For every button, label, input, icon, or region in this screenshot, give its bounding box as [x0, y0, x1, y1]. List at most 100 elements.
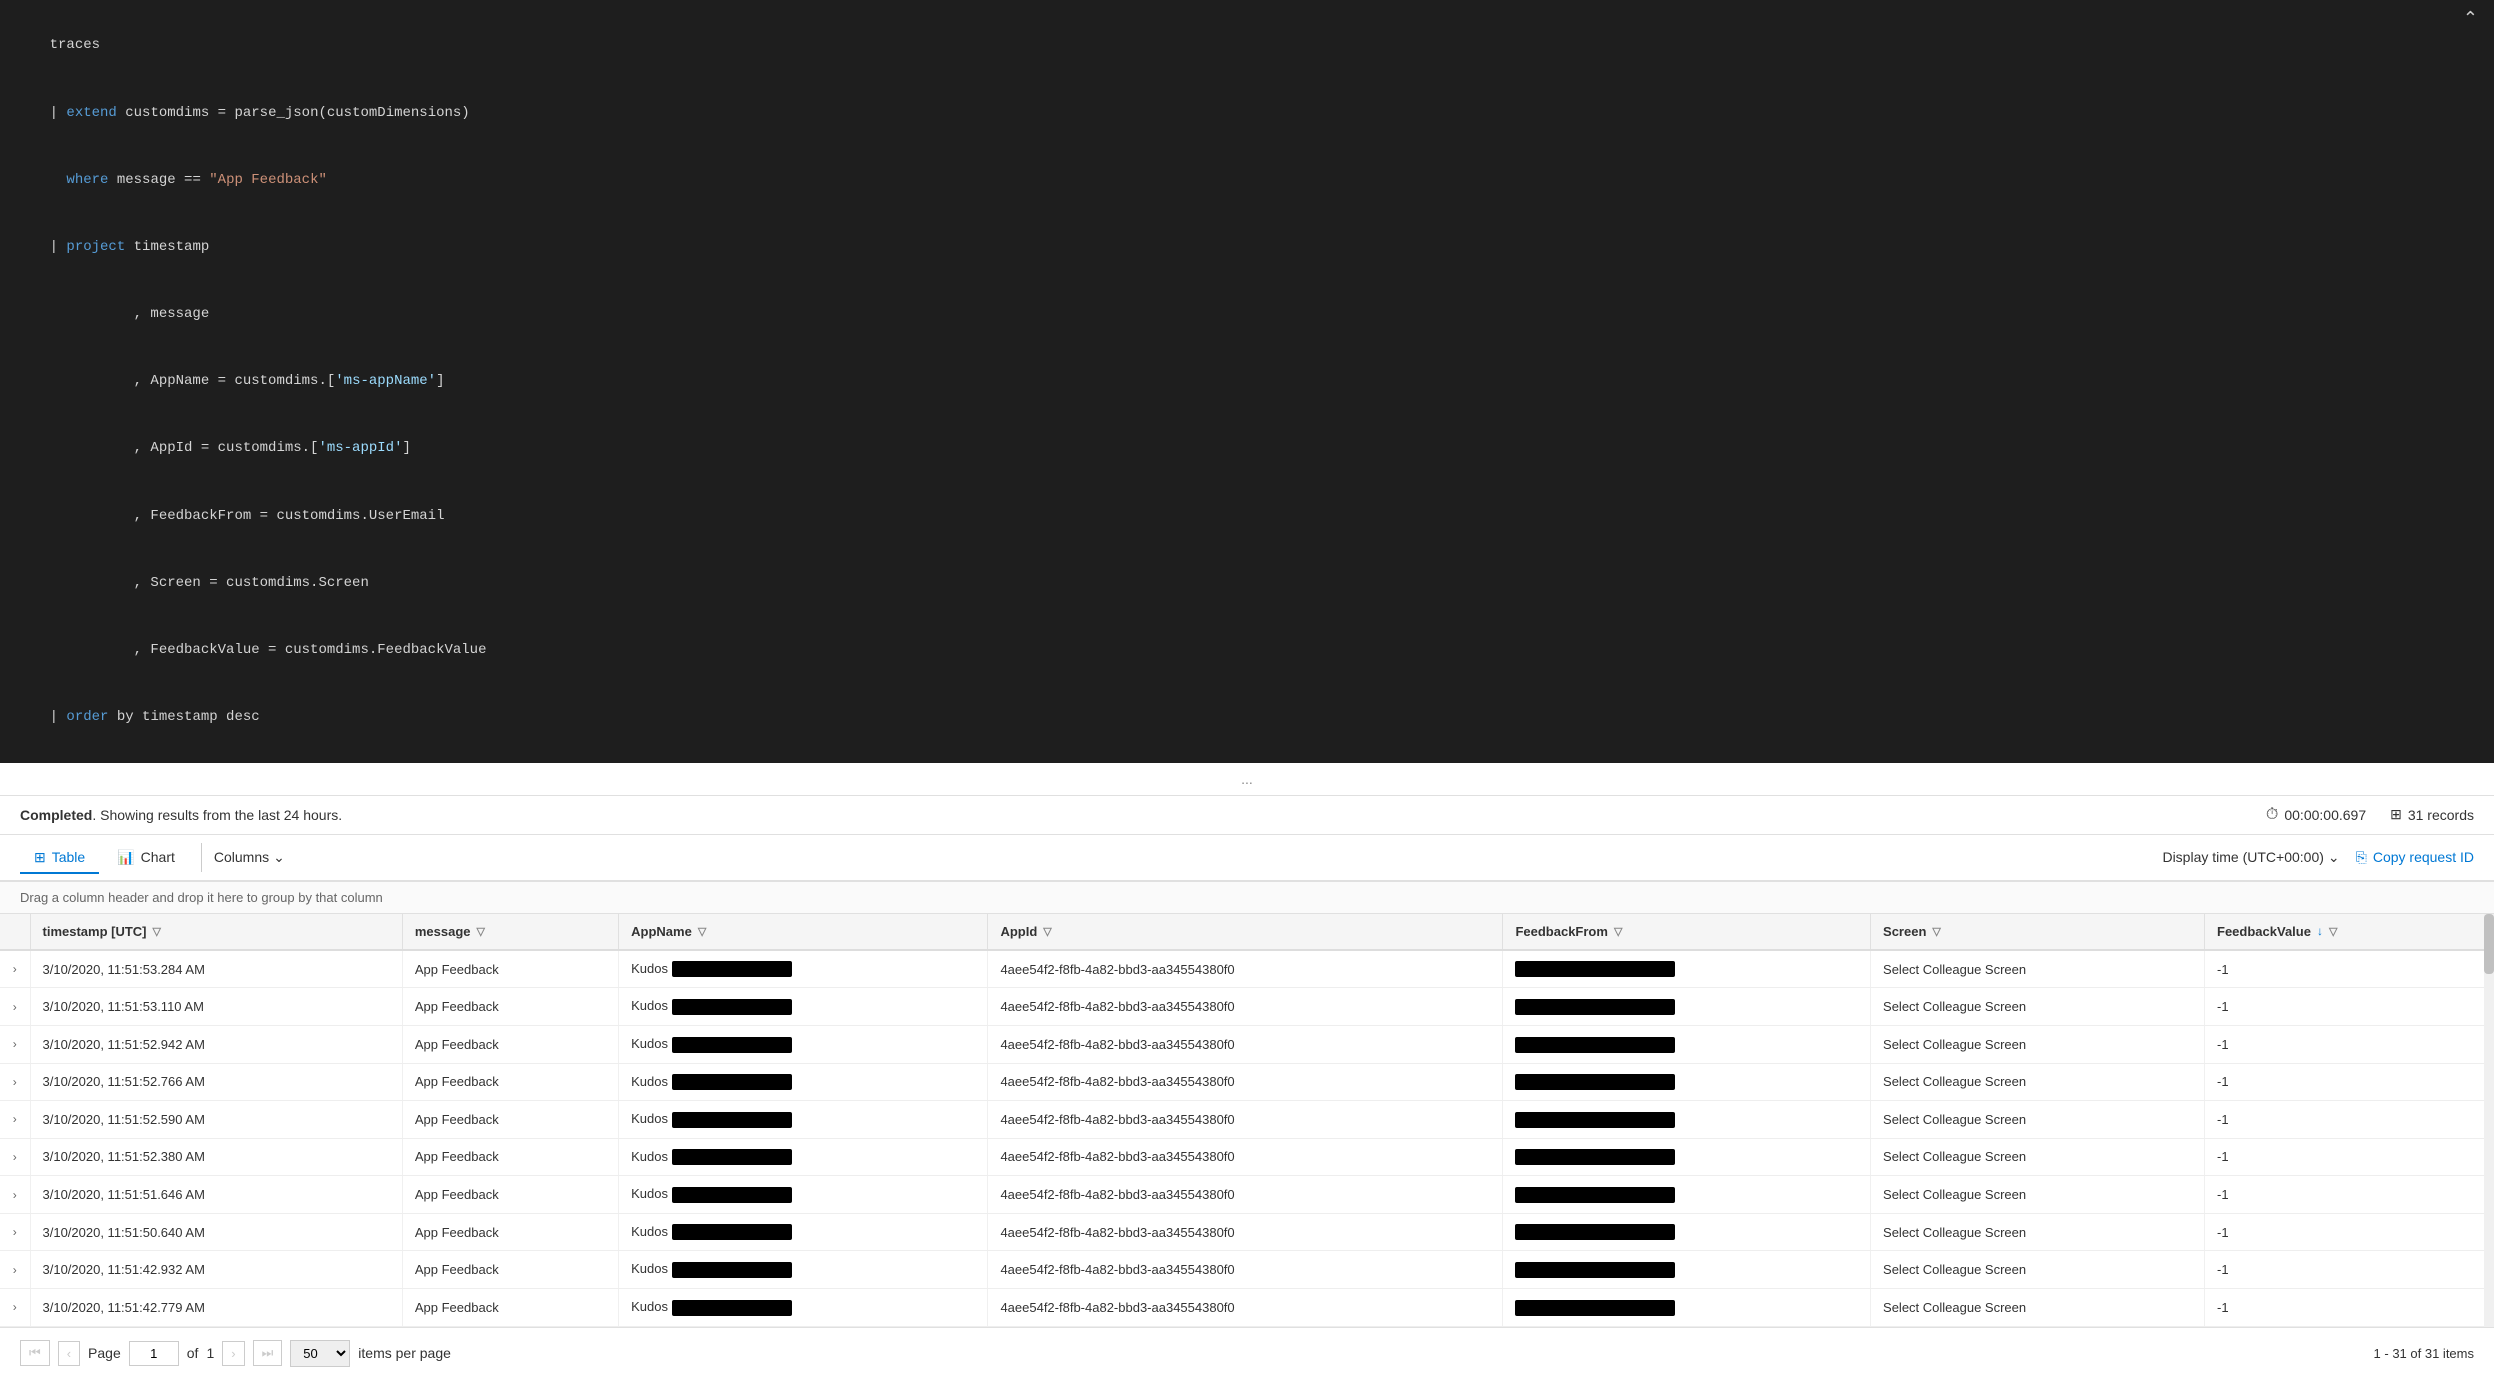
timestamp-filter-icon[interactable]: ▽ — [153, 925, 161, 938]
appid-cell: 4aee54f2-f8fb-4a82-bbd3-aa34554380f0 — [988, 1026, 1503, 1064]
row-expand-btn[interactable]: › — [0, 1101, 30, 1139]
columns-button[interactable]: Columns ⌄ — [201, 843, 297, 872]
per-page-select[interactable]: 50 100 200 — [290, 1340, 350, 1367]
row-expand-btn[interactable]: › — [0, 988, 30, 1026]
records-value: 31 records — [2408, 807, 2474, 823]
timestamp-cell: 3/10/2020, 11:51:52.590 AM — [30, 1101, 402, 1139]
appid-cell: 4aee54f2-f8fb-4a82-bbd3-aa34554380f0 — [988, 1251, 1503, 1289]
drag-hint-text: Drag a column header and drop it here to… — [20, 890, 383, 905]
timestamp-cell: 3/10/2020, 11:51:52.942 AM — [30, 1026, 402, 1064]
timestamp-cell: 3/10/2020, 11:51:51.646 AM — [30, 1176, 402, 1214]
status-records: ⊞ 31 records — [2390, 806, 2474, 823]
feedbackfrom-col-label: FeedbackFrom — [1515, 924, 1607, 939]
message-col-label: message — [415, 924, 471, 939]
screen-filter-icon[interactable]: ▽ — [1932, 925, 1940, 938]
appname-cell: Kudos — [619, 1288, 988, 1326]
pagination: ⏮ ‹ Page of 1 › ⏭ 50 100 200 items per p… — [0, 1327, 2494, 1379]
feedbackvalue-filter-icon[interactable]: ▽ — [2329, 925, 2337, 938]
vertical-scrollbar[interactable] — [2484, 914, 2494, 1327]
feedbackfrom-cell — [1503, 950, 1871, 988]
last-page-button[interactable]: ⏭ — [253, 1340, 283, 1366]
timestamp-col-label: timestamp [UTC] — [43, 924, 147, 939]
feedbackvalue-cell: -1 — [2205, 1101, 2494, 1139]
display-time-button[interactable]: Display time (UTC+00:00) ⌄ — [2162, 849, 2339, 866]
total-pages: 1 — [206, 1345, 214, 1361]
table-row: ›3/10/2020, 11:51:50.640 AMApp FeedbackK… — [0, 1213, 2494, 1251]
next-page-button[interactable]: › — [222, 1341, 244, 1366]
tab-chart[interactable]: 📊 Chart — [103, 843, 189, 874]
row-expand-btn[interactable]: › — [0, 1213, 30, 1251]
scrollbar-thumb[interactable] — [2484, 914, 2494, 974]
message-cell: App Feedback — [402, 1288, 618, 1326]
feedbackvalue-cell: -1 — [2205, 1213, 2494, 1251]
row-expand-btn[interactable]: › — [0, 1288, 30, 1326]
message-filter-icon[interactable]: ▽ — [477, 925, 485, 938]
timestamp-cell: 3/10/2020, 11:51:52.380 AM — [30, 1138, 402, 1176]
of-label: of — [187, 1345, 199, 1361]
appid-col-label: AppId — [1000, 924, 1037, 939]
feedbackfrom-cell — [1503, 988, 1871, 1026]
message-cell: App Feedback — [402, 1138, 618, 1176]
appname-cell: Kudos — [619, 1213, 988, 1251]
collapse-button[interactable]: ⌃ — [2463, 8, 2478, 29]
appname-cell: Kudos — [619, 1101, 988, 1139]
appname-col-label: AppName — [631, 924, 692, 939]
table-icon: ⊞ — [34, 849, 46, 866]
feedbackvalue-cell: -1 — [2205, 1251, 2494, 1289]
row-expand-btn[interactable]: › — [0, 1176, 30, 1214]
row-expand-btn[interactable]: › — [0, 1026, 30, 1064]
th-feedbackvalue: FeedbackValue ↓ ▽ — [2205, 914, 2494, 950]
appid-cell: 4aee54f2-f8fb-4a82-bbd3-aa34554380f0 — [988, 988, 1503, 1026]
header-row: timestamp [UTC] ▽ message ▽ AppName — [0, 914, 2494, 950]
message-cell: App Feedback — [402, 950, 618, 988]
appid-filter-icon[interactable]: ▽ — [1043, 925, 1051, 938]
pagination-left: ⏮ ‹ Page of 1 › ⏭ 50 100 200 items per p… — [20, 1340, 451, 1367]
clock-icon: ⏱ — [2266, 806, 2278, 824]
feedbackfrom-cell — [1503, 1176, 1871, 1214]
chart-tab-label: Chart — [141, 849, 175, 865]
table-header: timestamp [UTC] ▽ message ▽ AppName — [0, 914, 2494, 950]
table-scroll-area: timestamp [UTC] ▽ message ▽ AppName — [0, 914, 2494, 1327]
screen-cell: Select Colleague Screen — [1871, 1101, 2205, 1139]
screen-cell: Select Colleague Screen — [1871, 988, 2205, 1026]
table-row: ›3/10/2020, 11:51:52.942 AMApp FeedbackK… — [0, 1026, 2494, 1064]
table-row: ›3/10/2020, 11:51:42.779 AMApp FeedbackK… — [0, 1288, 2494, 1326]
first-page-button[interactable]: ⏮ — [20, 1340, 50, 1366]
appname-cell: Kudos — [619, 1176, 988, 1214]
feedbackfrom-filter-icon[interactable]: ▽ — [1614, 925, 1622, 938]
toolbar: ⊞ Table 📊 Chart Columns ⌄ Display time (… — [0, 835, 2494, 882]
data-table-wrapper[interactable]: timestamp [UTC] ▽ message ▽ AppName — [0, 914, 2494, 1327]
screen-cell: Select Colleague Screen — [1871, 1138, 2205, 1176]
query-line-2: | extend customdims = parse_json(customD… — [16, 79, 2478, 146]
timestamp-cell: 3/10/2020, 11:51:50.640 AM — [30, 1213, 402, 1251]
appid-cell: 4aee54f2-f8fb-4a82-bbd3-aa34554380f0 — [988, 1176, 1503, 1214]
query-line-5: , message — [16, 281, 2478, 348]
appid-cell: 4aee54f2-f8fb-4a82-bbd3-aa34554380f0 — [988, 1213, 1503, 1251]
page-label: Page — [88, 1345, 121, 1361]
feedbackfrom-cell — [1503, 1251, 1871, 1289]
row-expand-btn[interactable]: › — [0, 1251, 30, 1289]
status-completed: Completed — [20, 807, 92, 823]
screen-cell: Select Colleague Screen — [1871, 1063, 2205, 1101]
table-row: ›3/10/2020, 11:51:52.380 AMApp FeedbackK… — [0, 1138, 2494, 1176]
row-expand-btn[interactable]: › — [0, 1138, 30, 1176]
feedbackfrom-cell — [1503, 1213, 1871, 1251]
table-row: ›3/10/2020, 11:51:42.932 AMApp FeedbackK… — [0, 1251, 2494, 1289]
feedbackvalue-sort-icon[interactable]: ↓ — [2317, 924, 2323, 938]
copy-request-button[interactable]: ⎘ Copy request ID — [2356, 849, 2474, 866]
appname-filter-icon[interactable]: ▽ — [698, 925, 706, 938]
row-expand-btn[interactable]: › — [0, 1063, 30, 1101]
appname-cell: Kudos — [619, 1251, 988, 1289]
tab-table[interactable]: ⊞ Table — [20, 843, 99, 874]
table-row: ›3/10/2020, 11:51:53.110 AMApp FeedbackK… — [0, 988, 2494, 1026]
status-time: ⏱ 00:00:00.697 — [2266, 806, 2366, 824]
th-message: message ▽ — [402, 914, 618, 950]
data-table: timestamp [UTC] ▽ message ▽ AppName — [0, 914, 2494, 1327]
feedbackvalue-cell: -1 — [2205, 1138, 2494, 1176]
row-expand-btn[interactable]: › — [0, 950, 30, 988]
prev-page-button[interactable]: ‹ — [58, 1341, 80, 1366]
query-line-7: , AppId = customdims.['ms-appId'] — [16, 415, 2478, 482]
appname-cell: Kudos — [619, 1138, 988, 1176]
expand-col-header — [0, 914, 30, 950]
page-input[interactable] — [129, 1341, 179, 1366]
